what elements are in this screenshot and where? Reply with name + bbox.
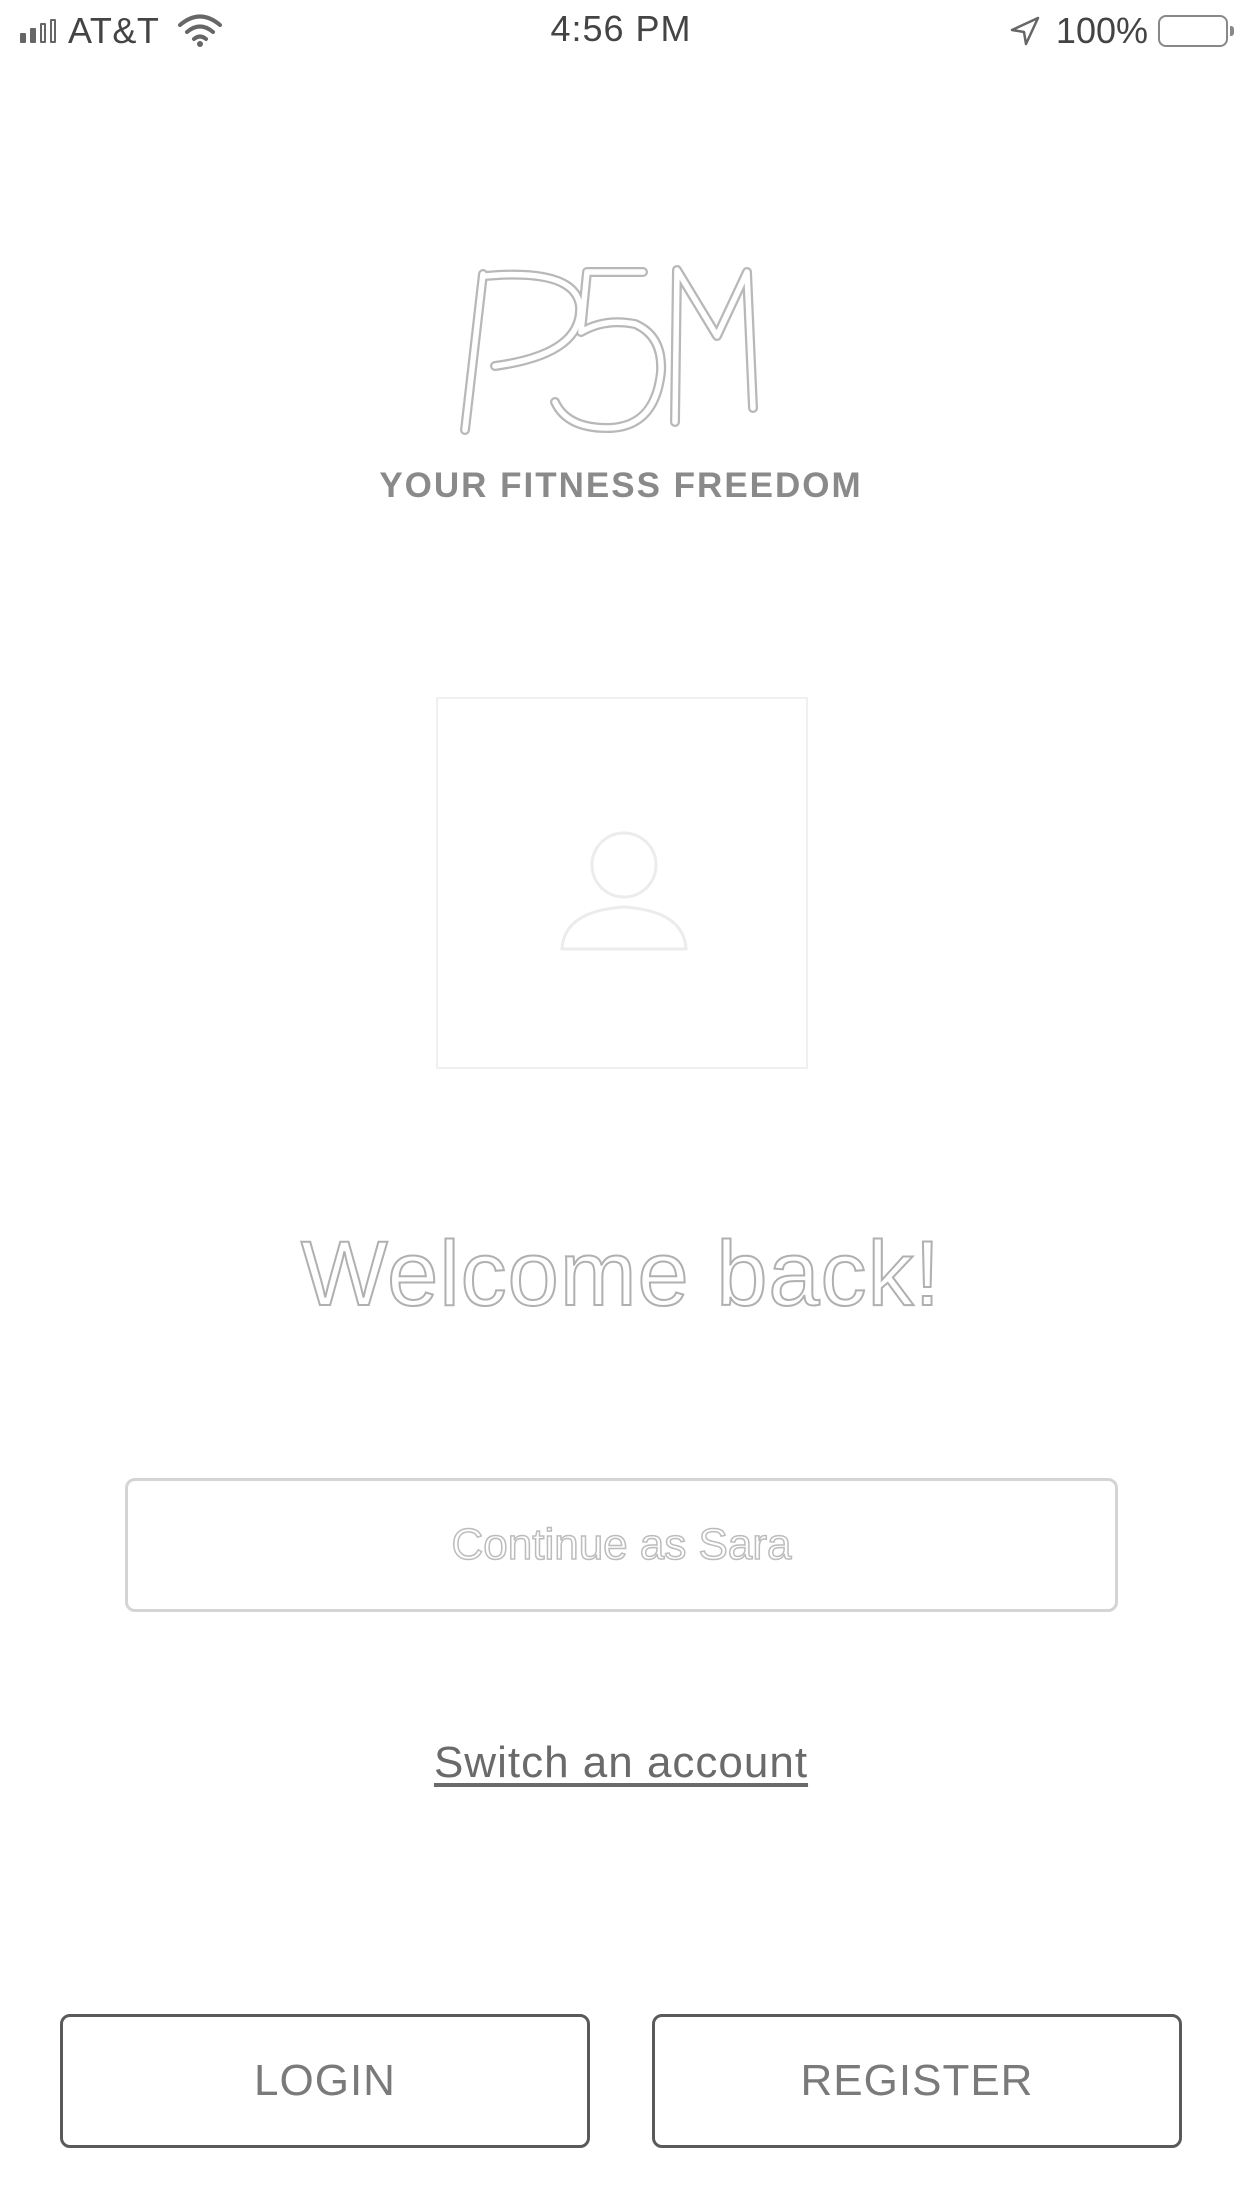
switch-account-container: Switch an account bbox=[0, 1738, 1242, 1788]
login-button[interactable]: LOGIN bbox=[60, 2014, 590, 2148]
continue-as-button[interactable]: Continue as Sara bbox=[125, 1478, 1118, 1612]
user-placeholder-icon bbox=[560, 831, 688, 951]
tagline: YOUR FITNESS FREEDOM bbox=[379, 466, 863, 505]
continue-as-label: Continue as Sara bbox=[451, 1519, 793, 1570]
switch-account-link[interactable]: Switch an account bbox=[434, 1738, 808, 1787]
register-button[interactable]: REGISTER bbox=[652, 2014, 1182, 2148]
battery-icon bbox=[1158, 15, 1234, 47]
avatar bbox=[436, 697, 808, 1069]
location-arrow-icon bbox=[1010, 16, 1040, 46]
welcome-heading: Welcome back! bbox=[300, 1222, 942, 1326]
status-bar-right: 100% bbox=[1008, 10, 1234, 52]
status-bar: AT&T 4:56 PM 100% bbox=[0, 0, 1242, 62]
battery-percent: 100% bbox=[1055, 10, 1148, 51]
p5m-logo bbox=[460, 265, 758, 435]
